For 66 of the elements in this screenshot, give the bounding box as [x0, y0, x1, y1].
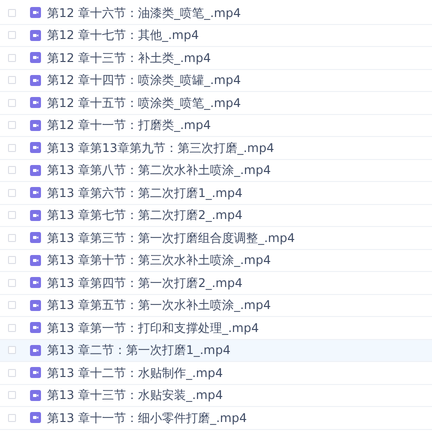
video-file-icon: [30, 412, 41, 424]
video-file-icon: [30, 344, 41, 356]
file-name: 第13 章第四节：第一次打磨2_.mp4: [47, 274, 242, 292]
video-file-icon: [30, 254, 41, 266]
file-name: 第13 章二节：第一次打磨1_.mp4: [47, 342, 230, 360]
file-row[interactable]: 第12 章十一节：打磨类_.mp4: [0, 114, 432, 137]
video-file-icon: [30, 52, 41, 64]
video-file-icon: [30, 7, 41, 18]
file-row[interactable]: 第13 章十三节：水贴安装_.mp4: [0, 384, 432, 407]
video-file-icon: [30, 367, 41, 378]
checkbox[interactable]: [8, 346, 16, 354]
checkbox[interactable]: [8, 54, 16, 62]
video-file-icon: [30, 232, 41, 244]
file-name: 第13 章十三节：水贴安装_.mp4: [47, 387, 223, 404]
checkbox[interactable]: [8, 121, 16, 130]
checkbox[interactable]: [8, 368, 16, 377]
video-file-icon: [30, 187, 41, 198]
checkbox[interactable]: [8, 211, 16, 220]
file-name: 第13 章第五节：第一次水补土喷涂_.mp4: [47, 297, 271, 314]
checkbox[interactable]: [8, 8, 16, 17]
file-row[interactable]: 第13 章第八节：第二次水补土喷涂_.mp4: [0, 160, 432, 182]
file-name: 第12 章十四节：喷涂类_喷罐_.mp4: [47, 72, 241, 90]
file-name: 第12 章十七节：其他_.mp4: [47, 27, 199, 44]
video-file-icon: [30, 74, 41, 86]
checkbox[interactable]: [8, 391, 16, 400]
file-row[interactable]: 第13 章第十节：第三次水补土喷涂_.mp4: [0, 250, 432, 272]
file-row[interactable]: 第13 章第五节：第一次水补土喷涂_.mp4: [0, 294, 432, 317]
video-file-icon: [30, 390, 41, 401]
file-row[interactable]: 第13 章第七节：第二次打磨2_.mp4: [0, 204, 432, 227]
checkbox[interactable]: [8, 166, 16, 174]
file-name: 第13 章十二节：水贴制作_.mp4: [47, 364, 223, 382]
file-row[interactable]: 第12 章十七节：其他_.mp4: [0, 24, 432, 47]
file-name: 第12 章十三节：补土类_.mp4: [47, 50, 211, 67]
checkbox[interactable]: [8, 234, 16, 242]
file-name: 第13 章第八节：第二次水补土喷涂_.mp4: [47, 162, 271, 180]
checkbox[interactable]: [8, 278, 16, 287]
file-name: 第13 章第六节：第二次打磨1_.mp4: [47, 184, 242, 202]
file-name: 第12 章十六节：油漆类_喷笔_.mp4: [47, 4, 241, 22]
file-name: 第13 章第三节：第一次打磨组合度调整_.mp4: [47, 230, 295, 247]
checkbox[interactable]: [8, 301, 16, 310]
file-name: 第13 章第一节：打印和支撑处理_.mp4: [47, 320, 259, 337]
checkbox[interactable]: [8, 31, 16, 40]
video-file-icon: [30, 120, 41, 131]
video-file-icon: [30, 164, 41, 176]
file-name: 第13 章第十节：第三次水补土喷涂_.mp4: [47, 252, 271, 270]
checkbox[interactable]: [8, 76, 16, 84]
checkbox[interactable]: [8, 256, 16, 264]
checkbox[interactable]: [8, 144, 16, 152]
video-file-icon: [30, 277, 41, 288]
file-row[interactable]: 第13 章二节：第一次打磨1_.mp4: [0, 340, 432, 362]
video-file-icon: [30, 142, 41, 154]
file-name: 第13 章第七节：第二次打磨2_.mp4: [47, 207, 242, 224]
file-name: 第12 章十一节：打磨类_.mp4: [47, 117, 211, 134]
checkbox[interactable]: [8, 324, 16, 332]
checkbox[interactable]: [8, 414, 16, 422]
file-name: 第12 章十五节：喷涂类_喷笔_.mp4: [47, 94, 241, 112]
video-file-icon: [30, 30, 41, 41]
video-file-icon: [30, 300, 41, 311]
file-row[interactable]: 第12 章十四节：喷涂类_喷罐_.mp4: [0, 70, 432, 92]
video-file-icon: [30, 322, 41, 334]
checkbox[interactable]: [8, 98, 16, 107]
file-name: 第13 章第13章第九节：第三次打磨_.mp4: [47, 140, 274, 157]
checkbox[interactable]: [8, 188, 16, 197]
video-file-icon: [30, 97, 41, 108]
video-file-icon: [30, 210, 41, 221]
file-name: 第13 章十一节：细小零件打磨_.mp4: [47, 410, 247, 427]
